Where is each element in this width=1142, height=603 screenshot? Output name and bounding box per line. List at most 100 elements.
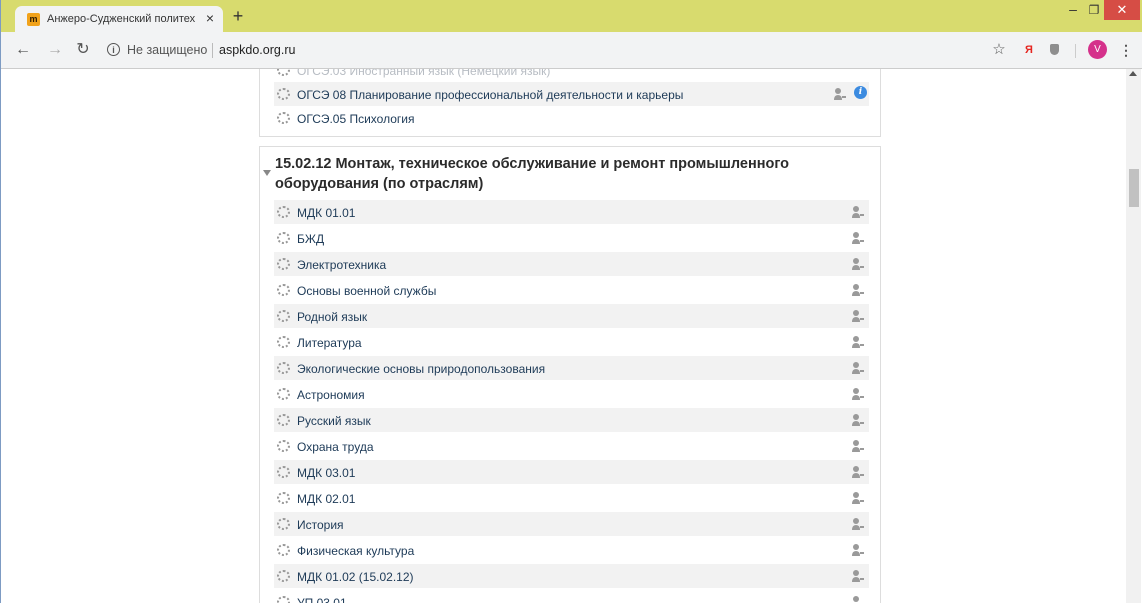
course-row[interactable]: ОГСЭ.05 Психология — [274, 106, 869, 130]
site-favicon-icon: m — [27, 13, 40, 26]
course-link[interactable]: ОГСЭ.03 Иностранный язык (Немецкий язык) — [297, 69, 550, 78]
course-row[interactable]: МДК 01.02 (15.02.12) — [274, 564, 869, 588]
course-link[interactable]: БЖД — [297, 232, 324, 246]
address-bar[interactable]: i Не защищено aspkdo.org.ru — [101, 38, 981, 62]
course-link[interactable]: Астрономия — [297, 388, 365, 402]
shield-extension-icon[interactable] — [1050, 44, 1059, 55]
course-link[interactable]: Экологические основы природопользования — [297, 362, 545, 376]
course-row[interactable]: Астрономия — [274, 382, 869, 406]
course-row[interactable]: ОГСЭ 08 Планирование профессиональной де… — [274, 82, 869, 106]
reload-icon[interactable]: ↻ — [73, 40, 93, 60]
course-link[interactable]: ОГСЭ 08 Планирование профессиональной де… — [297, 88, 683, 102]
url-text[interactable]: aspkdo.org.ru — [219, 43, 295, 57]
course-link[interactable]: МДК 01.01 — [297, 206, 355, 220]
course-link[interactable]: Физическая культура — [297, 544, 414, 558]
course-row[interactable]: Родной язык — [274, 304, 869, 328]
course-icon — [277, 440, 290, 452]
course-link[interactable]: МДК 01.02 (15.02.12) — [297, 570, 414, 584]
self-enrol-icon — [852, 258, 864, 270]
course-row[interactable]: История — [274, 512, 869, 536]
tab-title: Анжеро-Судженский политехни — [47, 13, 195, 25]
course-row[interactable]: Экологические основы природопользования — [274, 356, 869, 380]
tab-strip: m Анжеро-Судженский политехни × + – ❐ ✕ — [1, 0, 1142, 32]
course-link[interactable]: МДК 03.01 — [297, 466, 355, 480]
browser-window: m Анжеро-Судженский политехни × + – ❐ ✕ … — [0, 0, 1142, 603]
course-info-icon[interactable]: i — [854, 86, 867, 99]
course-link[interactable]: Электротехника — [297, 258, 386, 272]
course-icon — [277, 466, 290, 478]
self-enrol-icon — [852, 466, 864, 478]
course-icon — [277, 69, 290, 76]
back-arrow-icon[interactable]: ← — [13, 40, 33, 60]
course-icon — [277, 206, 290, 218]
profile-avatar[interactable]: V — [1088, 40, 1107, 59]
yandex-extension-icon[interactable]: Я — [1022, 41, 1036, 59]
course-icon — [277, 336, 290, 348]
course-row[interactable]: Физическая культура — [274, 538, 869, 562]
browser-toolbar: ← → ↻ i Не защищено aspkdo.org.ru ☆ Я V … — [1, 32, 1142, 69]
course-row[interactable]: УП 03.01 — [274, 590, 869, 603]
bookmark-star-icon[interactable]: ☆ — [990, 41, 1008, 59]
course-link[interactable]: УП 03.01 — [297, 596, 347, 603]
course-category-card: 15.02.12 Монтаж, техническое обслуживани… — [259, 146, 881, 603]
window-close-button[interactable]: ✕ — [1104, 0, 1140, 20]
self-enrol-icon — [852, 206, 864, 218]
url-divider — [212, 43, 213, 58]
course-row[interactable]: Электротехника — [274, 252, 869, 276]
course-link[interactable]: ОГСЭ.05 Психология — [297, 112, 414, 126]
self-enrol-icon — [852, 440, 864, 452]
self-enrol-icon — [853, 596, 859, 602]
forward-arrow-icon[interactable]: → — [45, 40, 65, 60]
scroll-thumb[interactable] — [1129, 169, 1139, 207]
collapse-triangle-icon[interactable] — [263, 170, 271, 176]
course-row[interactable]: МДК 02.01 — [274, 486, 869, 510]
course-link[interactable]: Русский язык — [297, 414, 371, 428]
course-icon — [277, 492, 290, 504]
vertical-scrollbar[interactable] — [1126, 69, 1141, 603]
course-link[interactable]: Охрана труда — [297, 440, 374, 454]
course-row[interactable]: МДК 01.01 — [274, 200, 869, 224]
course-icon — [277, 232, 290, 244]
course-row[interactable]: БЖД — [274, 226, 869, 250]
category-title[interactable]: 15.02.12 Монтаж, техническое обслуживани… — [275, 154, 875, 194]
course-icon — [277, 112, 290, 124]
course-category-card: ОГСЭ.03 Иностранный язык (Немецкий язык)… — [259, 69, 881, 137]
self-enrol-icon — [834, 88, 846, 100]
self-enrol-icon — [852, 570, 864, 582]
course-icon — [277, 596, 290, 603]
self-enrol-icon — [852, 362, 864, 374]
self-enrol-icon — [852, 414, 864, 426]
course-icon — [277, 88, 290, 100]
course-link[interactable]: Литература — [297, 336, 362, 350]
menu-kebab-icon[interactable]: ⋮ — [1119, 41, 1133, 59]
maximize-button[interactable]: ❐ — [1086, 2, 1102, 18]
course-icon — [277, 258, 290, 270]
course-row[interactable]: Литература — [274, 330, 869, 354]
self-enrol-icon — [852, 492, 864, 504]
course-link[interactable]: Основы военной службы — [297, 284, 436, 298]
course-link[interactable]: Родной язык — [297, 310, 367, 324]
self-enrol-icon — [852, 518, 864, 530]
self-enrol-icon — [852, 232, 864, 244]
toolbar-divider — [1075, 44, 1076, 58]
course-row[interactable]: Русский язык — [274, 408, 869, 432]
course-row[interactable]: Охрана труда — [274, 434, 869, 458]
new-tab-button[interactable]: + — [229, 7, 247, 25]
site-info-icon[interactable]: i — [107, 43, 120, 56]
course-icon — [277, 388, 290, 400]
course-row[interactable]: Основы военной службы — [274, 278, 869, 302]
self-enrol-icon — [852, 284, 864, 296]
course-link[interactable]: История — [297, 518, 344, 532]
course-icon — [277, 310, 290, 322]
tab-close-icon[interactable]: × — [203, 11, 217, 25]
security-label: Не защищено — [127, 43, 208, 57]
self-enrol-icon — [852, 310, 864, 322]
course-icon — [277, 570, 290, 582]
course-row[interactable]: МДК 03.01 — [274, 460, 869, 484]
browser-tab[interactable]: m Анжеро-Судженский политехни × — [15, 6, 223, 32]
scroll-up-arrow-icon[interactable] — [1129, 71, 1137, 76]
course-link[interactable]: МДК 02.01 — [297, 492, 355, 506]
course-icon — [277, 414, 290, 426]
course-row[interactable]: ОГСЭ.03 Иностранный язык (Немецкий язык) — [274, 69, 869, 82]
minimize-button[interactable]: – — [1063, 2, 1083, 19]
